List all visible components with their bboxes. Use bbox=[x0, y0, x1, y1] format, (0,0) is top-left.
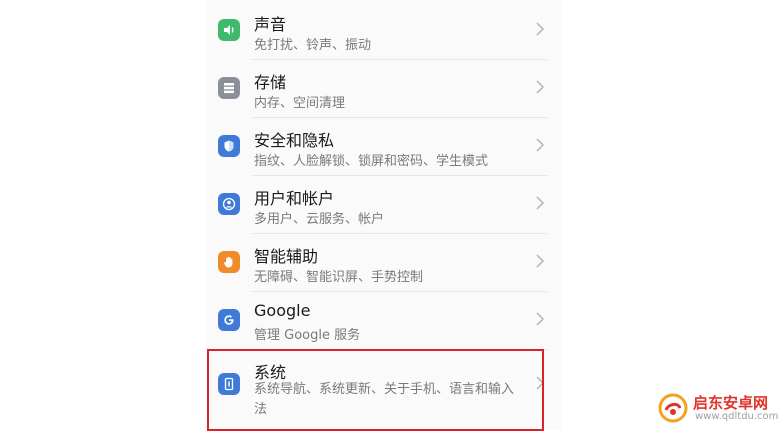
user-icon bbox=[218, 193, 240, 215]
watermark: 启东安卓网 www.qdltdu.com bbox=[657, 392, 779, 426]
shield-icon bbox=[218, 135, 240, 157]
settings-item-subtitle: 内存、空间清理 bbox=[254, 96, 346, 111]
storage-icon bbox=[218, 77, 240, 99]
hand-icon bbox=[218, 251, 240, 273]
chevron-right-icon bbox=[536, 196, 545, 210]
chevron-right-icon bbox=[536, 312, 545, 326]
settings-item-subtitle: 免打扰、铃声、振动 bbox=[254, 38, 372, 53]
settings-item-title: 用户和帐户 bbox=[254, 189, 335, 208]
chevron-right-icon bbox=[536, 254, 545, 268]
chevron-right-icon bbox=[536, 80, 545, 94]
settings-item-sound[interactable]: 声音 免打扰、铃声、振动 bbox=[206, 1, 561, 58]
highlight-box bbox=[207, 349, 544, 431]
settings-item-subtitle: 无障碍、智能识屏、手势控制 bbox=[254, 270, 424, 285]
settings-item-subtitle: 多用户、云服务、帐户 bbox=[254, 212, 385, 227]
google-icon bbox=[218, 309, 240, 331]
settings-item-accounts[interactable]: 用户和帐户 多用户、云服务、帐户 bbox=[206, 175, 561, 232]
watermark-name: 启东安卓网 bbox=[693, 394, 769, 412]
chevron-right-icon bbox=[536, 22, 545, 36]
watermark-logo-icon bbox=[658, 393, 688, 423]
settings-item-subtitle: 指纹、人脸解锁、锁屏和密码、学生模式 bbox=[254, 154, 489, 169]
settings-item-subtitle: 管理 Google 服务 bbox=[254, 328, 361, 343]
settings-item-google[interactable]: Google 管理 Google 服务 bbox=[206, 291, 561, 348]
settings-item-title: 声音 bbox=[254, 15, 287, 34]
settings-item-title: 存储 bbox=[254, 73, 287, 92]
settings-item-security[interactable]: 安全和隐私 指纹、人脸解锁、锁屏和密码、学生模式 bbox=[206, 117, 561, 174]
watermark-url: www.qdltdu.com bbox=[695, 411, 779, 422]
chevron-right-icon bbox=[536, 138, 545, 152]
settings-item-title: Google bbox=[254, 301, 311, 320]
settings-item-assistance[interactable]: 智能辅助 无障碍、智能识屏、手势控制 bbox=[206, 233, 561, 290]
settings-item-title: 安全和隐私 bbox=[254, 131, 335, 150]
speaker-icon bbox=[218, 19, 240, 41]
settings-item-storage[interactable]: 存储 内存、空间清理 bbox=[206, 59, 561, 116]
settings-item-title: 智能辅助 bbox=[254, 247, 319, 266]
